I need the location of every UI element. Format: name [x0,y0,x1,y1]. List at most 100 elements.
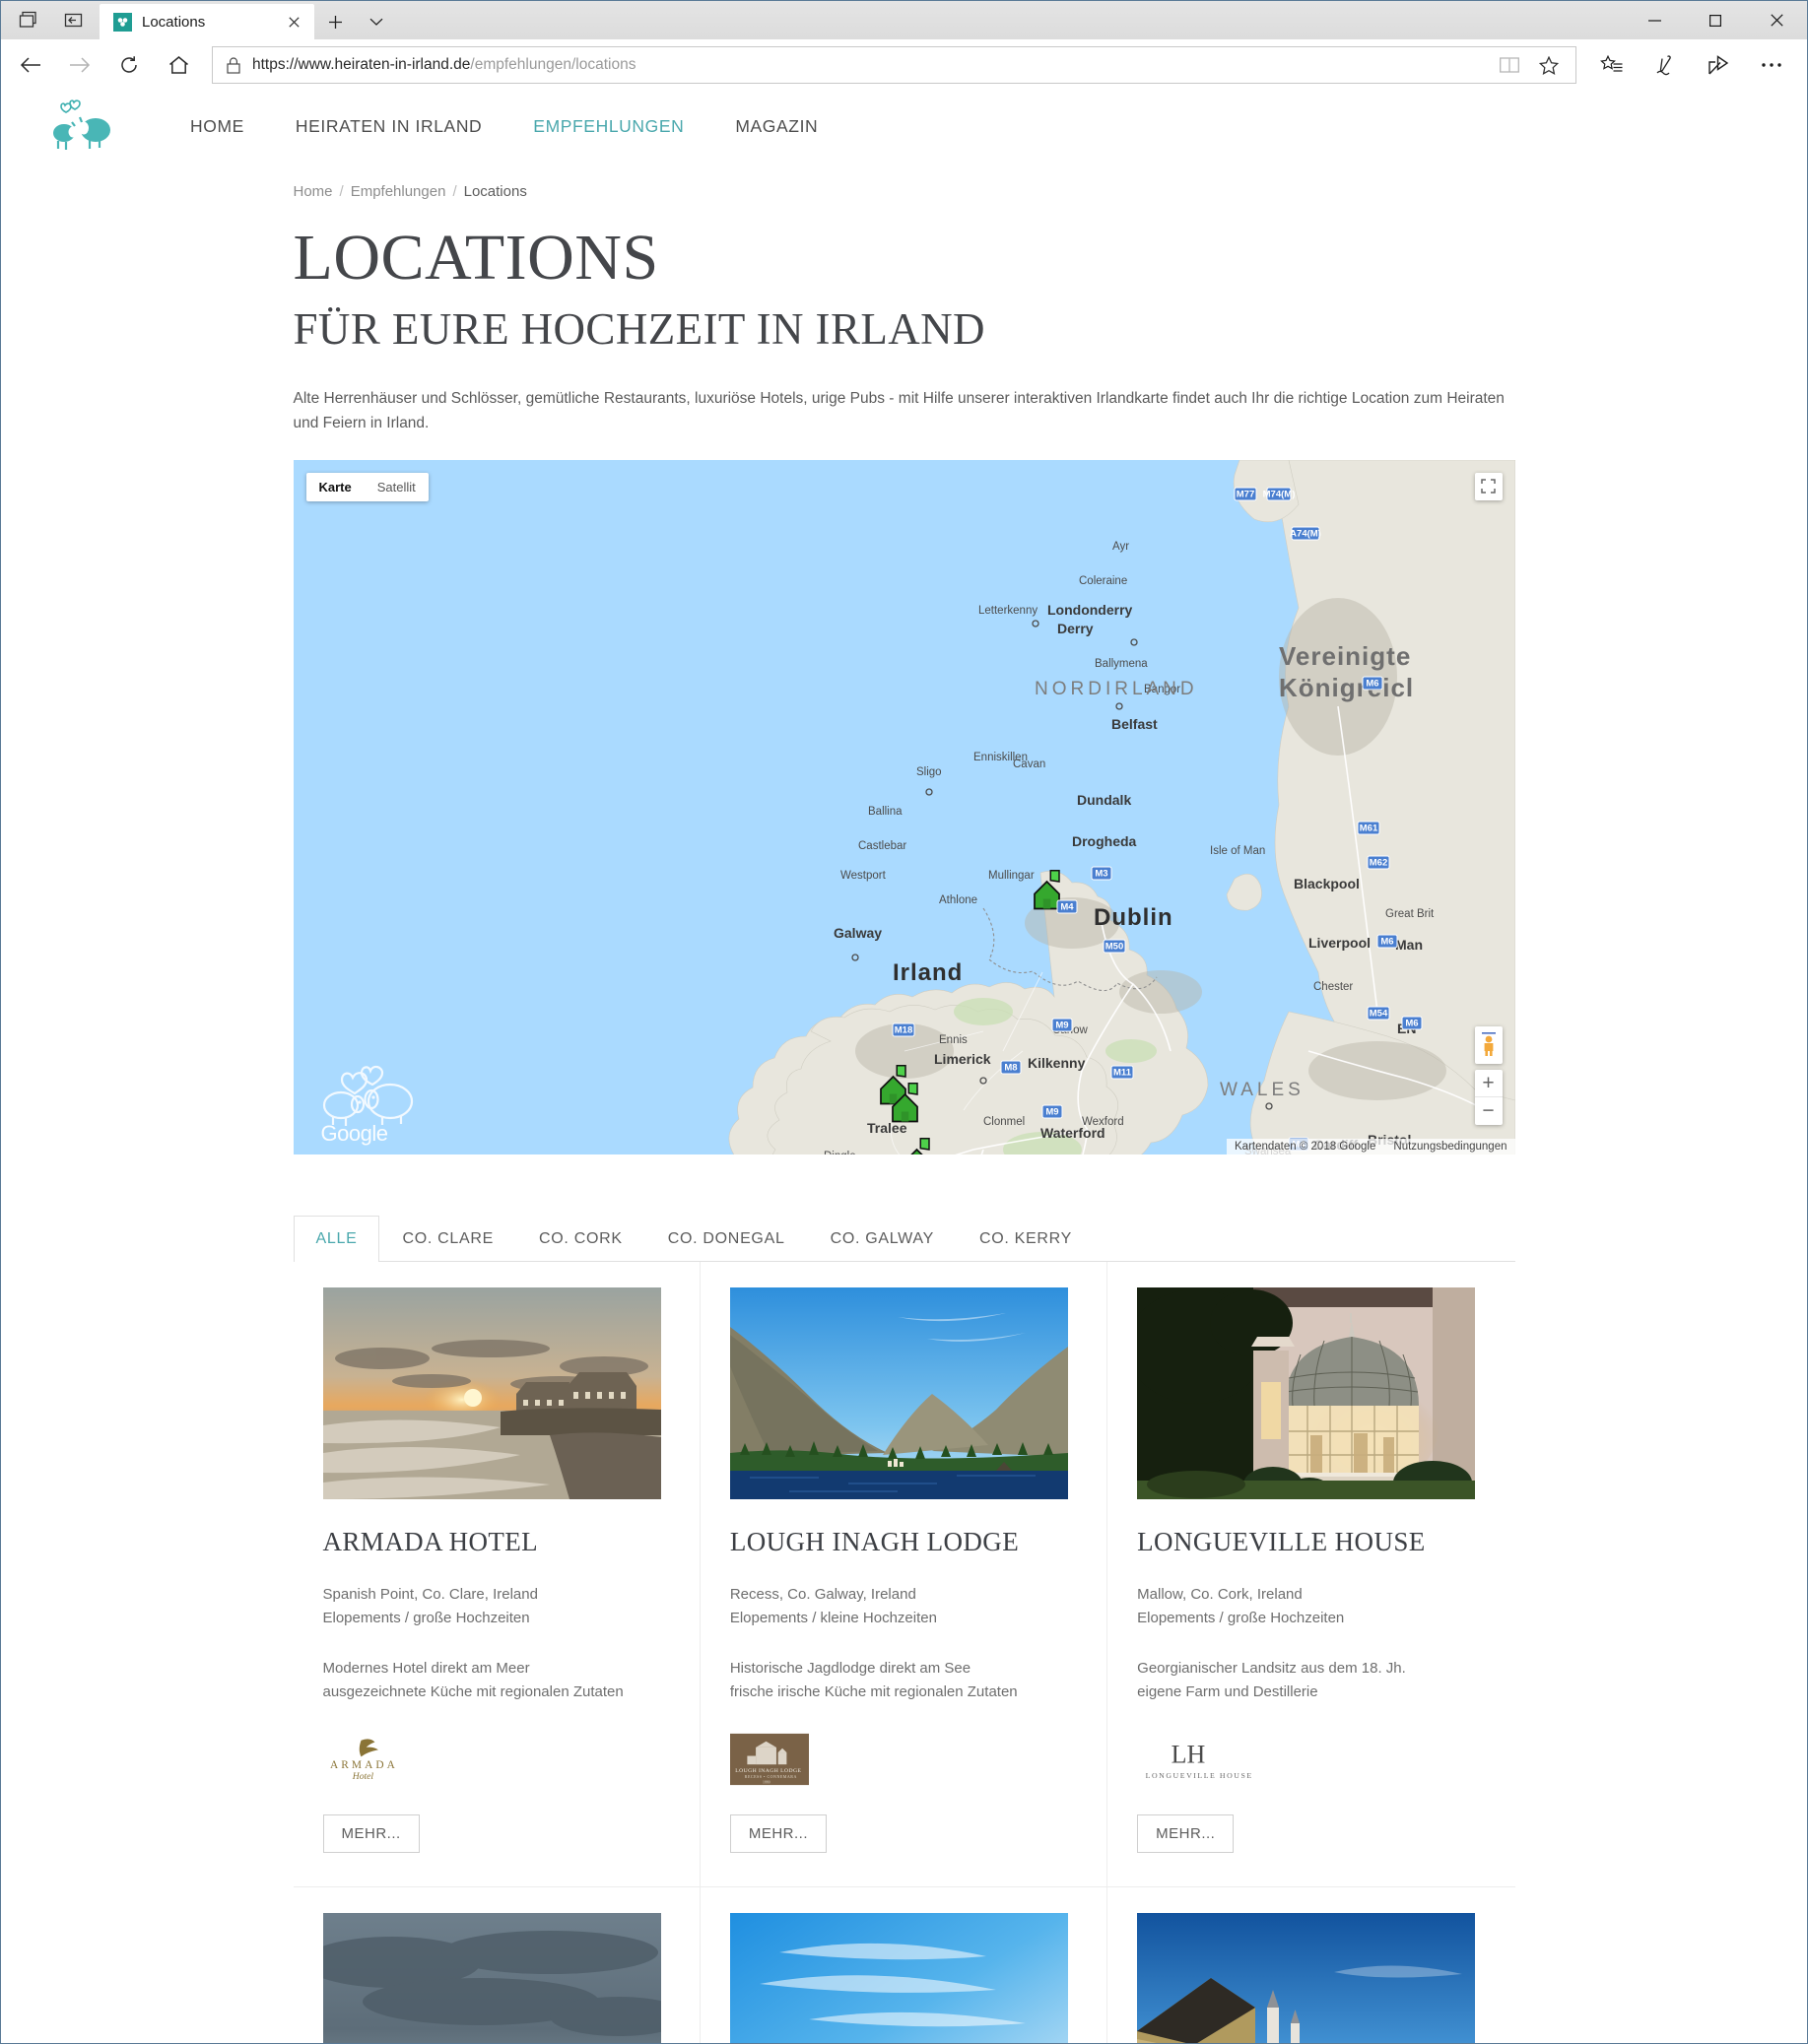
card-image-longueville-house[interactable] [1137,1286,1476,1499]
card-desc-line-2: frische irische Küche mit regionalen Zut… [729,1682,1018,1700]
card-image-lough-inagh-lodge[interactable] [729,1286,1068,1499]
svg-text:M74(M): M74(M) [1262,490,1295,500]
card-image-castle-roof[interactable] [1137,1913,1476,2043]
map-canvas: Ayr Coleraine Londonderry Derry Letterke… [293,459,1515,1154]
svg-text:M9: M9 [1055,1021,1068,1031]
card-image-dark-clouds[interactable] [322,1913,661,2043]
svg-text:Ballina: Ballina [868,806,903,818]
breadcrumb-empfehlungen[interactable]: Empfehlungen [351,183,446,200]
ellipsis-icon[interactable] [1746,43,1797,87]
partner-logo-armada: ARMADA Hotel [323,1730,670,1789]
svg-text:Londonderry: Londonderry [1047,602,1133,618]
svg-text:Drogheda: Drogheda [1072,833,1137,849]
tab-overview-icon[interactable] [7,4,48,37]
card-description: Georgianischer Landsitz aus dem 18. Jh. … [1137,1657,1485,1705]
filter-tab-co-kerry[interactable]: CO. KERRY [957,1216,1095,1262]
svg-text:Westport: Westport [840,870,887,882]
filter-tab-co-galway[interactable]: CO. GALWAY [808,1216,957,1262]
filter-tab-co-cork[interactable]: CO. CORK [516,1216,645,1262]
svg-text:RECESS • CONNEMARA: RECESS • CONNEMARA [745,1774,797,1779]
map-zoom-control[interactable]: + − [1474,1069,1503,1125]
map-type-satellit[interactable]: Satellit [365,473,429,501]
svg-text:LH: LH [1172,1741,1206,1769]
card-meta: Recess, Co. Galway, Ireland Elopements /… [730,1583,1077,1631]
location-card-grid: ARMADA HOTEL Spanish Point, Co. Clare, I… [293,1261,1515,2043]
sheep-couple-logo-icon[interactable] [44,98,123,155]
maximize-icon[interactable] [1685,1,1746,39]
location-card[interactable]: LONGUEVILLE HOUSE Mallow, Co. Cork, Irel… [1107,1261,1515,1888]
location-card[interactable]: LOUGH INAGH LODGE Recess, Co. Galway, Ir… [700,1261,1108,1888]
breadcrumb-home[interactable]: Home [294,183,333,200]
svg-text:M11: M11 [1113,1068,1132,1079]
google-map[interactable]: Ayr Coleraine Londonderry Derry Letterke… [293,459,1515,1154]
card-image-armada-hotel[interactable] [322,1286,661,1499]
minimize-icon[interactable] [1624,1,1685,39]
svg-text:Irland: Irland [893,959,963,986]
svg-text:Kilkenny: Kilkenny [1028,1055,1086,1071]
nav-item-heiraten-in-irland[interactable]: HEIRATEN IN IRLAND [270,116,507,137]
svg-text:Blackpool: Blackpool [1294,876,1360,891]
window-controls [1624,1,1807,39]
svg-text:NORDIRLAND: NORDIRLAND [1035,679,1198,699]
back-arrow-icon[interactable] [7,43,54,87]
google-wordmark: Google [320,1120,388,1146]
breadcrumb: Home / Empfehlungen / Locations [294,183,1515,200]
nav-item-home[interactable]: HOME [165,116,270,137]
zoom-in-button[interactable]: + [1474,1070,1503,1097]
partner-logo-lough-inagh: LOUGH INAGH LODGE RECESS • CONNEMARA 188… [729,1730,1077,1789]
reading-list-icon[interactable] [1586,43,1638,87]
svg-text:Chester: Chester [1313,981,1353,993]
zoom-out-button[interactable]: − [1475,1097,1503,1125]
filter-tab-co-clare[interactable]: CO. CLARE [379,1216,516,1262]
map-terms-link[interactable]: Nutzungsbedingungen [1393,1141,1507,1153]
fullscreen-icon[interactable] [1474,472,1503,500]
refresh-icon[interactable] [105,43,153,87]
svg-text:M61: M61 [1359,824,1377,834]
svg-text:Tralee: Tralee [867,1120,907,1136]
svg-text:Man: Man [1395,937,1423,953]
card-desc-line-2: ausgezeichnete Küche mit regionalen Zuta… [322,1682,624,1700]
share-icon[interactable] [1693,43,1744,87]
svg-text:Königreicl: Königreicl [1279,673,1414,702]
nav-item-magazin[interactable]: MAGAZIN [709,116,843,137]
forward-arrow-icon[interactable] [56,43,103,87]
svg-text:Dublin: Dublin [1094,904,1173,931]
more-button[interactable]: MEHR... [1137,1814,1235,1854]
pen-icon[interactable] [1640,43,1691,87]
svg-text:Cavan: Cavan [1013,758,1045,770]
location-card[interactable] [700,1887,1108,2043]
filter-tab-co-donegal[interactable]: CO. DONEGAL [645,1216,808,1262]
sheep-watermark-icon [317,1056,426,1127]
nav-item-empfehlungen[interactable]: EMPFEHLUNGEN [507,116,709,137]
close-window-icon[interactable] [1746,1,1807,39]
svg-text:M6: M6 [1405,1019,1418,1029]
more-button[interactable]: MEHR... [729,1814,827,1854]
location-card[interactable]: ARMADA HOTEL Spanish Point, Co. Clare, I… [293,1261,701,1888]
svg-text:Sligo: Sligo [916,766,942,778]
map-type-karte[interactable]: Karte [306,473,365,501]
home-icon[interactable] [155,43,202,87]
location-card[interactable] [1107,1887,1515,2043]
location-card[interactable] [293,1887,701,2043]
new-tab-icon[interactable] [314,4,356,39]
svg-text:Coleraine: Coleraine [1079,575,1127,587]
set-aside-tabs-icon[interactable] [52,4,94,37]
page-content: Home / Empfehlungen / Locations LOCATION… [1,183,1807,2043]
page-viewport: HOME HEIRATEN IN IRLAND EMPFEHLUNGEN MAG… [1,91,1807,2043]
card-title: ARMADA HOTEL [322,1526,539,1556]
more-button[interactable]: MEHR... [322,1814,420,1854]
map-type-control[interactable]: Karte Satellit [305,472,429,501]
chevron-down-icon[interactable] [356,4,397,39]
reading-view-icon[interactable] [1491,48,1528,82]
card-image-blue-sky[interactable] [729,1913,1068,2043]
pegman-icon[interactable] [1474,1025,1503,1064]
filter-tab-alle[interactable]: ALLE [293,1215,380,1262]
card-description: Historische Jagdlodge direkt am See fris… [730,1657,1077,1705]
close-icon[interactable] [283,11,304,33]
browser-tab[interactable]: Locations [100,4,314,39]
star-icon[interactable] [1530,48,1568,82]
svg-text:M6: M6 [1366,679,1378,690]
svg-text:M62: M62 [1369,858,1386,869]
svg-text:Belfast: Belfast [1111,716,1158,732]
address-bar[interactable]: https://www.heiraten-in-irland.de/empfeh… [212,46,1576,84]
